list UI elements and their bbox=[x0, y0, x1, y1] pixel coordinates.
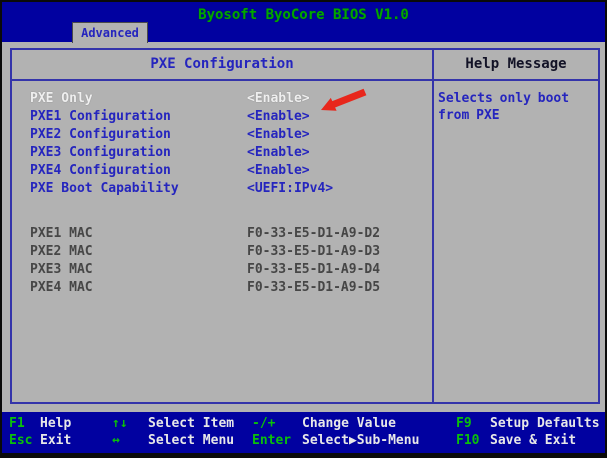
option-value[interactable]: <Enable> bbox=[247, 90, 310, 108]
key-minus-plus: -/+ bbox=[252, 415, 302, 432]
key-esc: Esc bbox=[9, 432, 40, 449]
option-value[interactable]: <Enable> bbox=[247, 108, 310, 126]
keyhint-label: Select Item bbox=[148, 415, 234, 432]
key-leftright-arrows: ↔ bbox=[112, 432, 148, 449]
keyhint-exit: Esc Exit bbox=[2, 432, 112, 449]
key-enter: Enter bbox=[252, 432, 302, 449]
keyhint-change-value: -/+ Change Value bbox=[252, 415, 448, 432]
keyhint-setup-defaults: F9 Setup Defaults bbox=[448, 415, 605, 432]
info-pxe3-mac: PXE3 MAC F0-33-E5-D1-A9-D4 bbox=[12, 261, 432, 279]
keyhint-help: F1 Help bbox=[2, 415, 112, 432]
help-header: Help Message bbox=[434, 50, 598, 81]
keyhint-label: Select Menu bbox=[148, 432, 234, 449]
option-value[interactable]: <Enable> bbox=[247, 126, 310, 144]
list-gap bbox=[12, 198, 432, 225]
info-label: PXE1 MAC bbox=[30, 225, 247, 243]
tab-advanced[interactable]: Advanced bbox=[72, 22, 148, 43]
keyhint-select-menu: ↔ Select Menu bbox=[112, 432, 252, 449]
option-value[interactable]: <Enable> bbox=[247, 144, 310, 162]
keyhint-label: Save & Exit bbox=[490, 432, 576, 449]
info-pxe1-mac: PXE1 MAC F0-33-E5-D1-A9-D2 bbox=[12, 225, 432, 243]
red-arrow-annotation bbox=[319, 86, 369, 114]
key-hints-bar: F1 Help ↑↓ Select Item -/+ Change Value … bbox=[2, 412, 605, 453]
info-label: PXE2 MAC bbox=[30, 243, 247, 261]
option-pxe3-configuration[interactable]: PXE3 Configuration <Enable> bbox=[12, 144, 432, 162]
info-pxe2-mac: PXE2 MAC F0-33-E5-D1-A9-D3 bbox=[12, 243, 432, 261]
option-label: PXE1 Configuration bbox=[30, 108, 247, 126]
keyhint-label: Change Value bbox=[302, 415, 396, 432]
option-label: PXE Boot Capability bbox=[30, 180, 247, 198]
option-pxe1-configuration[interactable]: PXE1 Configuration <Enable> bbox=[12, 108, 432, 126]
option-label: PXE3 Configuration bbox=[30, 144, 247, 162]
bios-screen: Byosoft ByoCore BIOS V1.0 Advanced PXE C… bbox=[0, 0, 607, 458]
panel-title: PXE Configuration bbox=[12, 50, 432, 81]
key-f10: F10 bbox=[456, 432, 490, 449]
keyhint-save-exit: F10 Save & Exit bbox=[448, 432, 605, 449]
keyhint-select-submenu: Enter Select▶Sub-Menu bbox=[252, 432, 448, 449]
info-label: PXE4 MAC bbox=[30, 279, 247, 297]
option-pxe4-configuration[interactable]: PXE4 Configuration <Enable> bbox=[12, 162, 432, 180]
option-label: PXE4 Configuration bbox=[30, 162, 247, 180]
key-f1: F1 bbox=[9, 415, 40, 432]
info-value: F0-33-E5-D1-A9-D4 bbox=[247, 261, 380, 279]
keyhint-label: Setup Defaults bbox=[490, 415, 600, 432]
options-column: PXE Configuration PXE Only <Enable> PXE1… bbox=[12, 50, 432, 402]
keyhint-label: Exit bbox=[40, 432, 71, 449]
info-pxe4-mac: PXE4 MAC F0-33-E5-D1-A9-D5 bbox=[12, 279, 432, 297]
option-pxe2-configuration[interactable]: PXE2 Configuration <Enable> bbox=[12, 126, 432, 144]
keyhint-label: Select▶Sub-Menu bbox=[302, 432, 419, 449]
option-label: PXE Only bbox=[30, 90, 247, 108]
options-list: PXE Only <Enable> PXE1 Configuration <En… bbox=[12, 81, 432, 297]
key-updown-arrows: ↑↓ bbox=[112, 415, 148, 432]
info-value: F0-33-E5-D1-A9-D3 bbox=[247, 243, 380, 261]
bios-title: Byosoft ByoCore BIOS V1.0 bbox=[2, 7, 605, 23]
keyhint-select-item: ↑↓ Select Item bbox=[112, 415, 252, 432]
option-value[interactable]: <UEFI:IPv4> bbox=[247, 180, 333, 198]
main-panel: PXE Configuration PXE Only <Enable> PXE1… bbox=[10, 48, 600, 404]
info-label: PXE3 MAC bbox=[30, 261, 247, 279]
info-value: F0-33-E5-D1-A9-D5 bbox=[247, 279, 380, 297]
keyhint-label: Help bbox=[40, 415, 71, 432]
option-label: PXE2 Configuration bbox=[30, 126, 247, 144]
option-value[interactable]: <Enable> bbox=[247, 162, 310, 180]
info-value: F0-33-E5-D1-A9-D2 bbox=[247, 225, 380, 243]
key-f9: F9 bbox=[456, 415, 490, 432]
titlebar: Byosoft ByoCore BIOS V1.0 Advanced bbox=[2, 2, 605, 42]
help-text: Selects only boot from PXE bbox=[434, 81, 598, 124]
help-column: Help Message Selects only boot from PXE bbox=[432, 50, 598, 402]
option-pxe-only[interactable]: PXE Only <Enable> bbox=[12, 90, 432, 108]
option-pxe-boot-capability[interactable]: PXE Boot Capability <UEFI:IPv4> bbox=[12, 180, 432, 198]
